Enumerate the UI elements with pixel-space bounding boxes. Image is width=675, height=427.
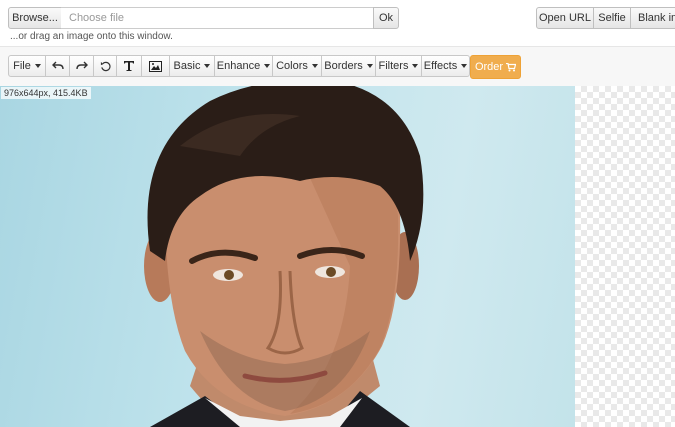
chevron-down-icon	[366, 64, 373, 68]
chevron-down-icon	[204, 64, 211, 68]
reset-icon	[100, 61, 111, 71]
undo-icon	[51, 61, 64, 70]
photo-canvas[interactable]	[0, 86, 575, 427]
order-label: Order	[474, 61, 504, 73]
colors-menu-button[interactable]: Colors	[272, 55, 322, 77]
redo-button[interactable]	[69, 55, 94, 77]
enhance-menu-label: Enhance	[216, 60, 261, 72]
order-button[interactable]: Order	[470, 55, 521, 79]
selfie-button[interactable]: Selfie	[593, 7, 631, 29]
portrait-photo	[144, 86, 424, 427]
open-url-button[interactable]: Open URL	[536, 7, 594, 29]
reset-button[interactable]	[93, 55, 117, 77]
chevron-down-icon	[412, 64, 419, 68]
transparent-canvas-area	[575, 86, 675, 427]
image-tool-button[interactable]	[141, 55, 170, 77]
blank-image-button[interactable]: Blank ima	[630, 7, 675, 29]
ok-button[interactable]: Ok	[373, 7, 399, 29]
browse-button[interactable]: Browse...	[8, 7, 62, 29]
image-info-label: 976x644px, 415.4KB	[1, 87, 91, 99]
borders-menu-button[interactable]: Borders	[321, 55, 376, 77]
drag-hint: ...or drag an image onto this window.	[10, 31, 173, 42]
redo-icon	[75, 61, 88, 70]
enhance-menu-button[interactable]: Enhance	[214, 55, 273, 77]
chevron-down-icon	[34, 64, 41, 68]
chevron-down-icon	[311, 64, 318, 68]
chevron-down-icon	[264, 64, 271, 68]
filters-menu-button[interactable]: Filters	[375, 55, 422, 77]
filters-menu-label: Filters	[378, 60, 409, 72]
text-icon	[124, 61, 134, 71]
basic-menu-button[interactable]: Basic	[169, 55, 215, 77]
file-input[interactable]: Choose file	[61, 7, 374, 29]
chevron-down-icon	[461, 64, 468, 68]
basic-menu-label: Basic	[173, 60, 201, 72]
borders-menu-label: Borders	[324, 60, 363, 72]
image-icon	[149, 60, 162, 72]
file-menu-label: File	[13, 60, 31, 72]
undo-button[interactable]	[45, 55, 70, 77]
text-tool-button[interactable]	[116, 55, 142, 77]
effects-menu-label: Effects	[423, 60, 458, 72]
cart-icon	[506, 62, 517, 71]
file-menu-button[interactable]: File	[8, 55, 46, 77]
colors-menu-label: Colors	[276, 60, 308, 72]
effects-menu-button[interactable]: Effects	[421, 55, 470, 77]
